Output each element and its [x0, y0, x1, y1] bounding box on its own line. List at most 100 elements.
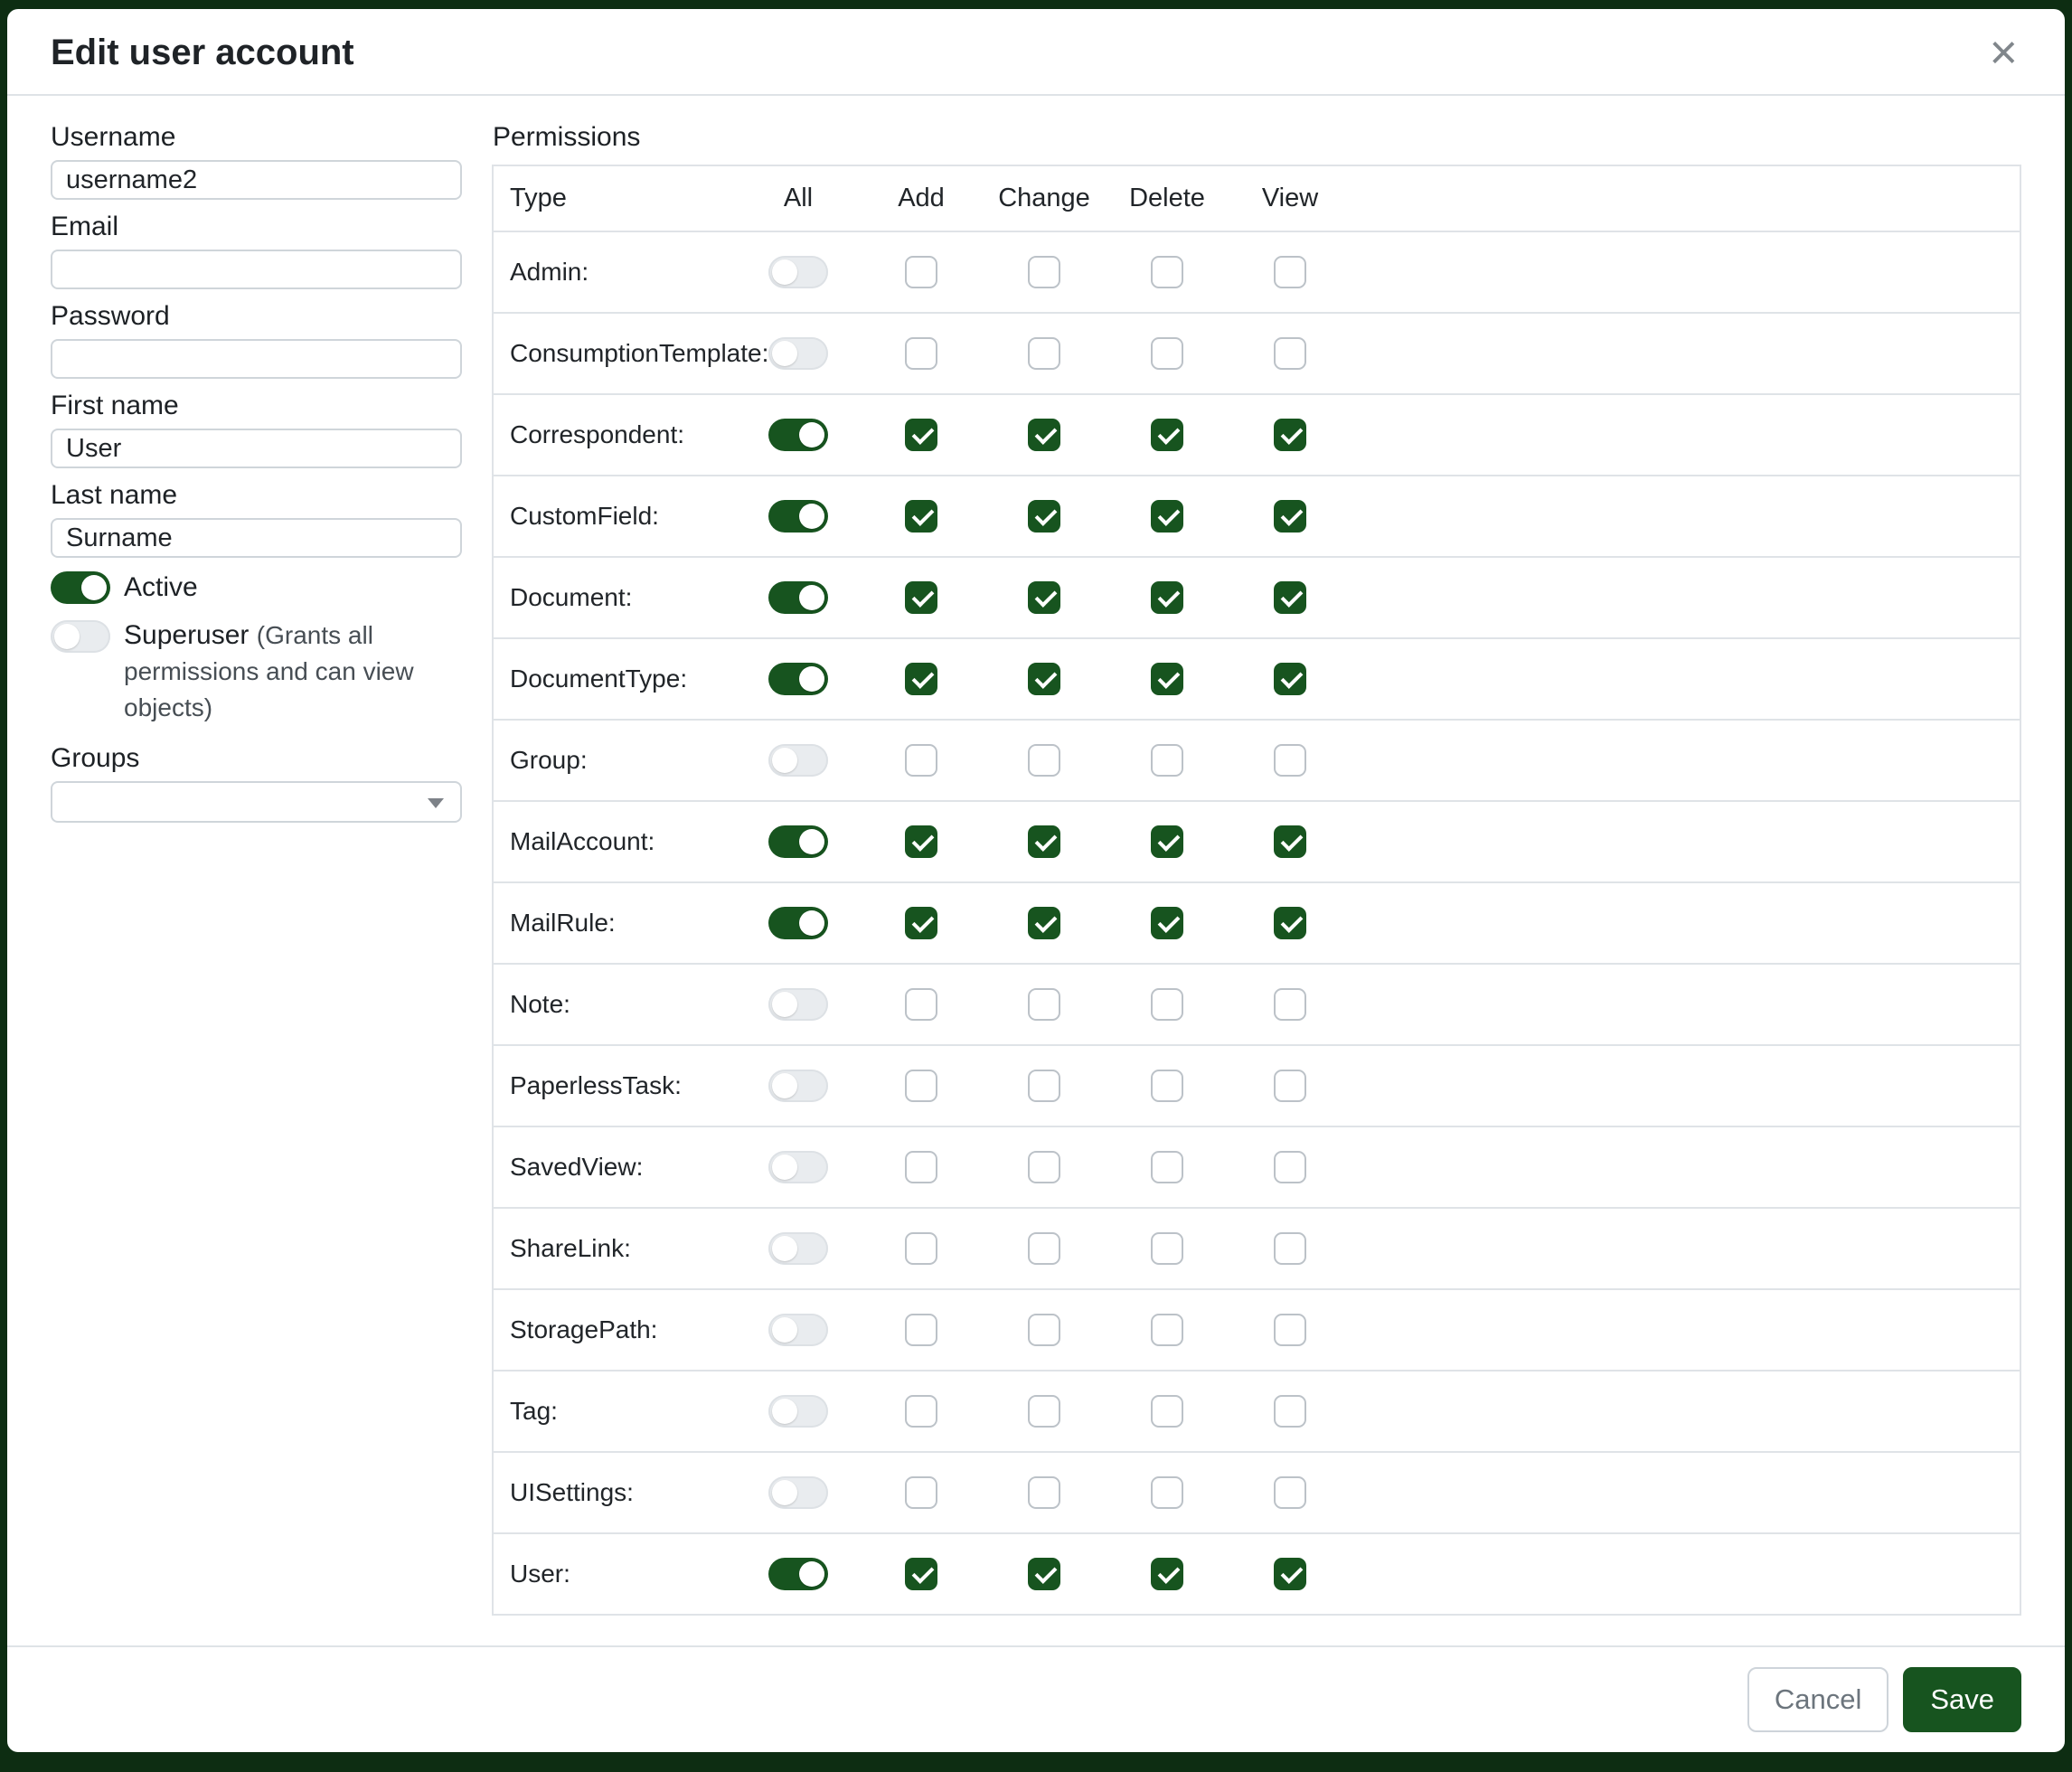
permission-change-checkbox[interactable]: [1028, 825, 1060, 858]
permission-add-checkbox[interactable]: [905, 744, 937, 777]
permission-view-checkbox[interactable]: [1274, 744, 1306, 777]
permission-all-toggle[interactable]: [768, 1151, 828, 1183]
save-button[interactable]: Save: [1903, 1667, 2021, 1732]
permission-add-checkbox[interactable]: [905, 419, 937, 451]
permission-add-checkbox[interactable]: [905, 1151, 937, 1183]
permission-delete-checkbox[interactable]: [1151, 1395, 1183, 1428]
permission-change-checkbox[interactable]: [1028, 907, 1060, 939]
active-toggle[interactable]: [51, 571, 110, 604]
permission-view-checkbox[interactable]: [1274, 1476, 1306, 1509]
permission-change-checkbox[interactable]: [1028, 1476, 1060, 1509]
permission-change-checkbox[interactable]: [1028, 337, 1060, 370]
permission-delete-checkbox[interactable]: [1151, 988, 1183, 1021]
permission-change-checkbox[interactable]: [1028, 1558, 1060, 1590]
permission-change-checkbox[interactable]: [1028, 1070, 1060, 1102]
permission-delete-checkbox[interactable]: [1151, 1476, 1183, 1509]
permission-change-checkbox[interactable]: [1028, 1232, 1060, 1265]
permission-add-checkbox[interactable]: [905, 907, 937, 939]
permission-delete-checkbox[interactable]: [1151, 419, 1183, 451]
permission-change-checkbox[interactable]: [1028, 988, 1060, 1021]
permission-all-toggle[interactable]: [768, 825, 828, 858]
permission-change-checkbox[interactable]: [1028, 500, 1060, 533]
permission-all-toggle[interactable]: [768, 1395, 828, 1428]
permission-delete-checkbox[interactable]: [1151, 1151, 1183, 1183]
permission-all-toggle[interactable]: [768, 1314, 828, 1346]
groups-select[interactable]: [51, 781, 462, 823]
permission-delete-checkbox[interactable]: [1151, 500, 1183, 533]
permission-delete-checkbox[interactable]: [1151, 663, 1183, 695]
permission-delete-checkbox[interactable]: [1151, 744, 1183, 777]
permission-all-toggle[interactable]: [768, 988, 828, 1021]
permission-view-checkbox[interactable]: [1274, 1558, 1306, 1590]
permission-change-checkbox[interactable]: [1028, 419, 1060, 451]
permission-change-checkbox[interactable]: [1028, 663, 1060, 695]
permission-all-toggle[interactable]: [768, 500, 828, 533]
permission-view-checkbox[interactable]: [1274, 1314, 1306, 1346]
permission-delete-checkbox[interactable]: [1151, 1558, 1183, 1590]
permission-view-checkbox[interactable]: [1274, 500, 1306, 533]
permission-view-checkbox[interactable]: [1274, 419, 1306, 451]
permission-add-checkbox[interactable]: [905, 1070, 937, 1102]
permission-change-checkbox[interactable]: [1028, 744, 1060, 777]
permission-delete-checkbox[interactable]: [1151, 337, 1183, 370]
permission-view-checkbox[interactable]: [1274, 663, 1306, 695]
permission-change-checkbox[interactable]: [1028, 1314, 1060, 1346]
permission-add-checkbox[interactable]: [905, 1314, 937, 1346]
column-header-all: All: [737, 165, 860, 231]
permission-add-checkbox[interactable]: [905, 825, 937, 858]
permission-all-toggle[interactable]: [768, 1070, 828, 1102]
email-input[interactable]: [51, 250, 462, 289]
permission-view-checkbox[interactable]: [1274, 1070, 1306, 1102]
permission-view-checkbox[interactable]: [1274, 988, 1306, 1021]
permission-view-checkbox[interactable]: [1274, 825, 1306, 858]
permission-all-toggle[interactable]: [768, 337, 828, 370]
permission-all-toggle[interactable]: [768, 744, 828, 777]
permission-view-checkbox[interactable]: [1274, 256, 1306, 288]
username-input[interactable]: [51, 160, 462, 200]
permission-all-toggle[interactable]: [768, 581, 828, 614]
permission-add-checkbox[interactable]: [905, 256, 937, 288]
permission-all-toggle[interactable]: [768, 1558, 828, 1590]
permission-add-checkbox[interactable]: [905, 1395, 937, 1428]
permission-delete-checkbox[interactable]: [1151, 1314, 1183, 1346]
permission-add-checkbox[interactable]: [905, 337, 937, 370]
permission-delete-checkbox[interactable]: [1151, 825, 1183, 858]
permission-delete-checkbox[interactable]: [1151, 256, 1183, 288]
permission-all-toggle[interactable]: [768, 419, 828, 451]
permission-view-checkbox[interactable]: [1274, 1232, 1306, 1265]
last-name-input[interactable]: [51, 518, 462, 558]
permission-delete-checkbox[interactable]: [1151, 1070, 1183, 1102]
cancel-button[interactable]: Cancel: [1747, 1667, 1889, 1732]
permission-add-checkbox[interactable]: [905, 1558, 937, 1590]
permission-view-checkbox[interactable]: [1274, 907, 1306, 939]
column-header-add: Add: [860, 165, 983, 231]
permission-change-checkbox[interactable]: [1028, 1395, 1060, 1428]
permission-change-checkbox[interactable]: [1028, 581, 1060, 614]
permission-delete-checkbox[interactable]: [1151, 907, 1183, 939]
permission-delete-checkbox[interactable]: [1151, 1232, 1183, 1265]
permission-all-toggle[interactable]: [768, 256, 828, 288]
permission-add-checkbox[interactable]: [905, 663, 937, 695]
permission-view-checkbox[interactable]: [1274, 1151, 1306, 1183]
superuser-toggle[interactable]: [51, 620, 110, 653]
permission-add-checkbox[interactable]: [905, 1232, 937, 1265]
permission-add-checkbox[interactable]: [905, 581, 937, 614]
permission-view-checkbox[interactable]: [1274, 1395, 1306, 1428]
permission-add-checkbox[interactable]: [905, 988, 937, 1021]
permission-type-label: StoragePath:: [510, 1315, 657, 1343]
close-icon[interactable]: ×: [1985, 31, 2021, 74]
permissions-heading: Permissions: [493, 121, 2021, 154]
password-input[interactable]: [51, 339, 462, 379]
first-name-input[interactable]: [51, 429, 462, 468]
permission-all-toggle[interactable]: [768, 907, 828, 939]
permission-add-checkbox[interactable]: [905, 500, 937, 533]
permission-all-toggle[interactable]: [768, 1476, 828, 1509]
permission-view-checkbox[interactable]: [1274, 337, 1306, 370]
permission-all-toggle[interactable]: [768, 1232, 828, 1265]
permission-delete-checkbox[interactable]: [1151, 581, 1183, 614]
permission-add-checkbox[interactable]: [905, 1476, 937, 1509]
permission-change-checkbox[interactable]: [1028, 1151, 1060, 1183]
permission-change-checkbox[interactable]: [1028, 256, 1060, 288]
permission-all-toggle[interactable]: [768, 663, 828, 695]
permission-view-checkbox[interactable]: [1274, 581, 1306, 614]
